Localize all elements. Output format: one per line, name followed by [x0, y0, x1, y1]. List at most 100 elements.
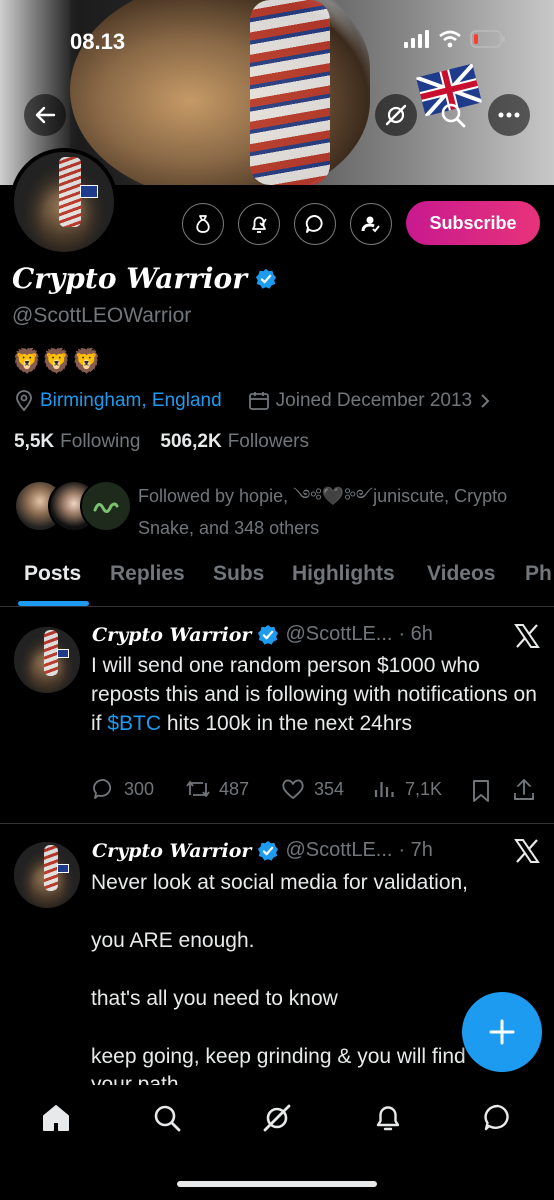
- message-icon: [305, 215, 323, 233]
- post-line: your path: [91, 1073, 179, 1086]
- post-line: you ARE enough.: [91, 929, 255, 952]
- like-button[interactable]: 354: [280, 777, 344, 801]
- followers-link[interactable]: 506,2K Followers: [160, 431, 309, 453]
- following-count: 5,5K: [14, 431, 55, 452]
- repost-count: 487: [219, 778, 250, 799]
- post-body: I will send one random person $1000 who …: [91, 651, 546, 738]
- tab-videos[interactable]: Videos: [427, 562, 495, 586]
- profile-location-row: Birmingham, England Joined December 2013: [14, 390, 492, 412]
- post-1[interactable]: Crypto Warrior @ScottLE... · 6h I will s…: [0, 607, 554, 823]
- x-logo-icon: [514, 624, 540, 648]
- follower-avatar-crypto-snake: [80, 480, 132, 532]
- follow-person-icon: [361, 216, 380, 233]
- followed-by-text[interactable]: Followed by hopie, ༺🖤༻juniscute, Crypto …: [138, 480, 538, 544]
- grok-icon: [385, 104, 407, 126]
- post-line: that's all you need to know: [91, 987, 338, 1010]
- post-time: · 6h: [398, 623, 433, 645]
- reply-icon: [93, 779, 112, 799]
- search-icon: [154, 1105, 181, 1132]
- grok-icon: [263, 1104, 291, 1132]
- tab-posts[interactable]: Posts: [24, 562, 81, 586]
- message-button[interactable]: [294, 203, 336, 245]
- more-button[interactable]: [488, 94, 530, 136]
- battery-icon: [470, 30, 505, 48]
- heart-icon: [282, 779, 304, 799]
- followers-label: Followers: [227, 431, 309, 452]
- status-time: 08.13: [70, 29, 126, 54]
- compose-button[interactable]: [462, 992, 542, 1072]
- view-count: 7,1K: [405, 778, 443, 799]
- share-icon[interactable]: [512, 777, 536, 803]
- verified-badge-icon: [258, 840, 279, 861]
- grok-button[interactable]: [375, 94, 417, 136]
- post-author-name[interactable]: Crypto Warrior: [92, 624, 251, 646]
- display-name: Crypto Warrior: [12, 262, 247, 295]
- cashtag-link[interactable]: $BTC: [107, 712, 161, 735]
- plus-icon: [489, 1019, 515, 1045]
- subscribe-button[interactable]: Subscribe: [406, 201, 540, 245]
- tab-subs[interactable]: Subs: [213, 562, 264, 586]
- money-bag-icon: [196, 215, 210, 233]
- back-button[interactable]: [24, 94, 66, 136]
- post-time: · 7h: [398, 839, 433, 861]
- back-arrow-icon: [35, 106, 56, 124]
- nav-notifications[interactable]: [370, 1100, 406, 1136]
- nav-grok[interactable]: [259, 1100, 295, 1136]
- post-author-name[interactable]: Crypto Warrior: [92, 840, 251, 862]
- x-logo-icon: [514, 839, 540, 863]
- chevron-right-icon[interactable]: [478, 392, 492, 410]
- verified-badge-icon: [258, 624, 279, 645]
- followers-you-know-avatars[interactable]: [14, 480, 132, 532]
- nav-messages[interactable]: [480, 1100, 516, 1136]
- post-author-avatar[interactable]: [14, 627, 80, 693]
- tip-button[interactable]: [182, 203, 224, 245]
- tab-highlights[interactable]: Highlights: [292, 562, 395, 586]
- tab-replies[interactable]: Replies: [110, 562, 185, 586]
- search-icon: [441, 103, 466, 128]
- snake-logo-icon: [93, 502, 119, 513]
- followers-count: 506,2K: [160, 431, 222, 452]
- repost-button[interactable]: 487: [185, 777, 249, 801]
- more-icon: [498, 112, 520, 118]
- reply-button[interactable]: 300: [92, 777, 154, 801]
- analytics-icon: [374, 782, 394, 797]
- home-indicator: [177, 1181, 377, 1187]
- verified-badge-icon[interactable]: [255, 268, 277, 290]
- nav-search[interactable]: [149, 1100, 185, 1136]
- location-pin-icon: [16, 390, 32, 412]
- notify-button[interactable]: [238, 203, 280, 245]
- messages-icon: [484, 1104, 509, 1131]
- notify-bell-icon: [252, 216, 267, 233]
- calendar-icon: [248, 392, 269, 410]
- location-link[interactable]: Birmingham, England: [40, 390, 222, 412]
- tab-photos[interactable]: Ph: [525, 562, 552, 586]
- home-icon: [43, 1105, 69, 1131]
- bookmark-icon[interactable]: [470, 779, 492, 803]
- post-line: Never look at social media for validatio…: [91, 871, 469, 894]
- follow-counts: 5,5K Following 506,2K Followers: [14, 431, 309, 453]
- profile-name-row: Crypto Warrior: [12, 262, 277, 295]
- post-line: keep going, keep grinding & you will fin…: [91, 1045, 466, 1068]
- following-button[interactable]: [350, 203, 392, 245]
- post-author-handle: @ScottLE...: [285, 839, 393, 861]
- status-icons: [404, 30, 506, 48]
- post-author-handle: @ScottLE...: [285, 623, 393, 645]
- post-header: Crypto Warrior @ScottLE... · 6h: [92, 623, 433, 646]
- joined-date: Joined December 2013: [275, 390, 473, 411]
- following-label: Following: [60, 431, 141, 452]
- repost-icon: [186, 781, 210, 797]
- profile-avatar[interactable]: [10, 148, 118, 256]
- notifications-icon: [376, 1106, 400, 1131]
- search-button[interactable]: [438, 100, 468, 130]
- nav-home[interactable]: [38, 1100, 74, 1136]
- signal-icon: [404, 30, 429, 48]
- banner-flag-mane: [250, 0, 330, 185]
- post-text-end: hits 100k in the next 24hrs: [161, 712, 413, 735]
- following-link[interactable]: 5,5K Following: [14, 431, 140, 453]
- post-author-avatar[interactable]: [14, 842, 80, 908]
- post-header: Crypto Warrior @ScottLE... · 7h: [92, 839, 433, 862]
- like-count: 354: [314, 778, 345, 799]
- profile-bio: 🦁🦁🦁: [12, 348, 102, 375]
- profile-handle: @ScottLEOWarrior: [12, 304, 192, 327]
- views-button[interactable]: 7,1K: [373, 777, 442, 801]
